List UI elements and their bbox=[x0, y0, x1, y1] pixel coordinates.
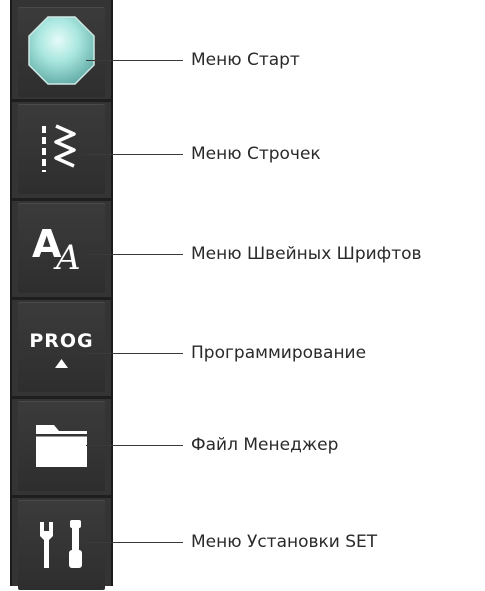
callout-line-files bbox=[86, 445, 183, 446]
start-menu-button[interactable] bbox=[18, 7, 105, 97]
callout-line-fonts bbox=[86, 254, 183, 255]
label-font-menu: Меню Швейных Шрифтов bbox=[191, 244, 422, 264]
label-file-manager: Файл Менеджер bbox=[191, 435, 339, 455]
toolbar-separator bbox=[12, 198, 111, 201]
label-programming: Программирование bbox=[191, 343, 367, 363]
label-start-menu: Меню Старт bbox=[191, 50, 300, 70]
stitch-menu-button[interactable] bbox=[18, 104, 105, 194]
toolbar-separator bbox=[12, 99, 111, 102]
toolbar-separator bbox=[12, 297, 111, 300]
callout-line-start bbox=[86, 60, 183, 61]
side-toolbar: A A PROG bbox=[10, 0, 113, 590]
tools-icon bbox=[40, 520, 82, 568]
svg-text:A: A bbox=[53, 238, 81, 278]
toolbar-separator bbox=[12, 396, 111, 399]
label-settings-menu: Меню Установки SET bbox=[191, 532, 378, 552]
stitch-icon bbox=[42, 124, 76, 172]
prog-button[interactable]: PROG bbox=[18, 302, 105, 392]
callout-line-stitches bbox=[86, 154, 183, 155]
callout-line-settings bbox=[86, 542, 183, 543]
file-manager-button[interactable] bbox=[18, 401, 105, 491]
font-icon: A A bbox=[32, 222, 81, 278]
start-octagon-icon bbox=[28, 16, 95, 85]
folder-icon bbox=[36, 425, 87, 467]
font-menu-button[interactable]: A A bbox=[18, 203, 105, 293]
callout-line-prog bbox=[86, 353, 183, 354]
settings-button[interactable] bbox=[18, 500, 105, 590]
prog-icon bbox=[55, 359, 68, 368]
label-stitch-menu: Меню Строчек bbox=[191, 144, 321, 164]
toolbar-separator bbox=[12, 495, 111, 498]
